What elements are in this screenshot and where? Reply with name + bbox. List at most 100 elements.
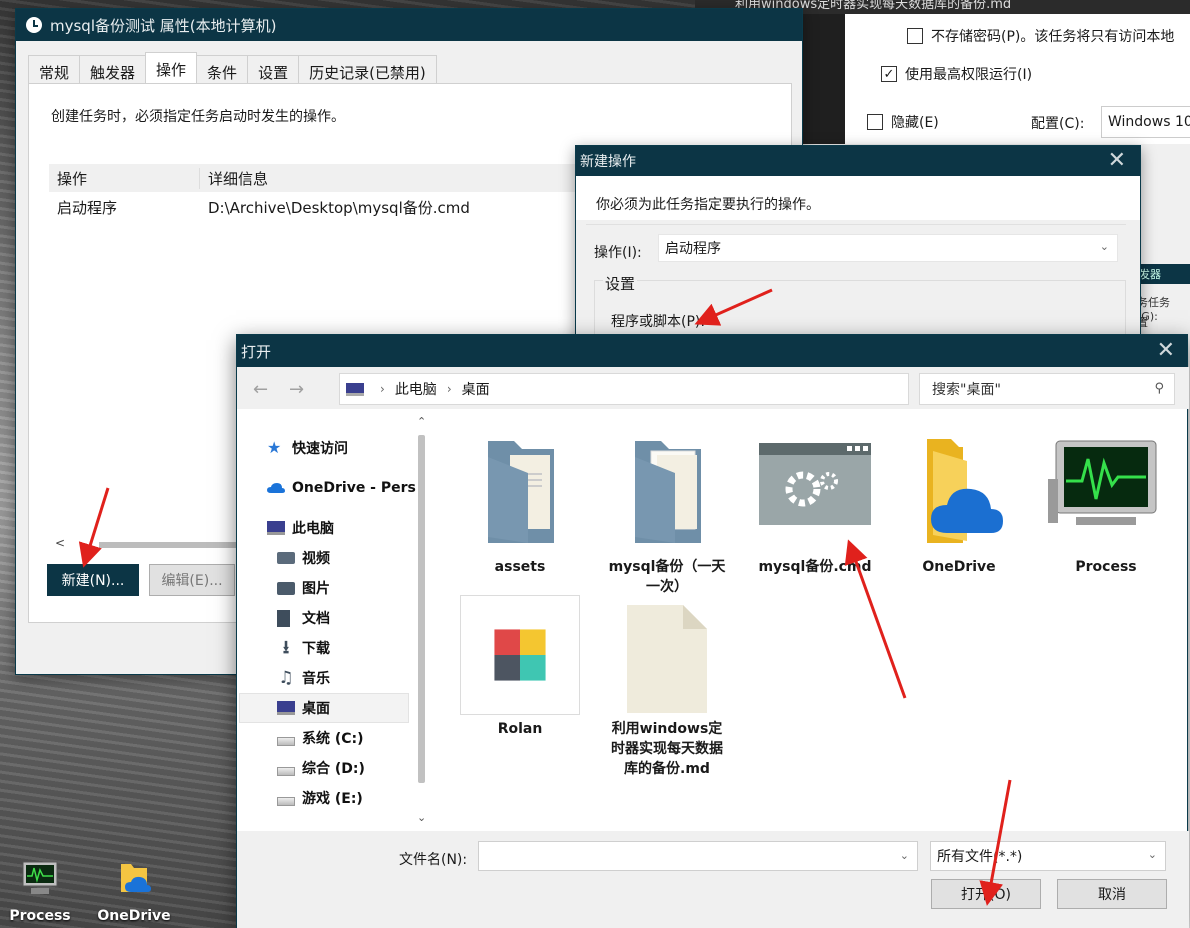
search-placeholder: 搜索"桌面" <box>932 382 1001 398</box>
side-tab-trigger: 发器 <box>1137 264 1190 284</box>
tree-item-label: 综合 (D:) <box>302 761 365 777</box>
file-label: Process <box>1075 559 1137 575</box>
no-store-password-label: 不存储密码(P)。该任务将只有访问本地 <box>931 29 1175 45</box>
chevron-down-icon[interactable]: ⌄ <box>900 849 909 862</box>
hidden-option[interactable]: 隐藏(E) <box>867 112 939 132</box>
file-label: 利用windows定时器实现每天数据库的备份.md <box>611 721 723 777</box>
rolan-app-icon <box>460 595 580 715</box>
action-type-label: 操作(I): <box>594 245 642 261</box>
action-type-select[interactable]: 启动程序 ⌄ <box>658 234 1118 262</box>
file-item-readme-md[interactable]: 利用windows定时器实现每天数据库的备份.md <box>602 595 732 779</box>
file-item-process[interactable]: Process <box>1041 433 1171 577</box>
tree-scrollbar[interactable]: ⌃ ⌄ <box>417 415 426 827</box>
properties-title: mysql备份测试 属性(本地计算机) <box>50 16 277 35</box>
desktop-icon-label: OneDrive <box>97 908 171 924</box>
scrollbar-thumb[interactable] <box>418 435 425 783</box>
cmd-file-icon <box>759 443 871 525</box>
search-box[interactable]: 搜索"桌面" ⚲ <box>919 373 1175 405</box>
search-icon[interactable]: ⚲ <box>1154 381 1164 396</box>
breadcrumb-desktop[interactable]: 桌面 <box>462 379 490 399</box>
computer-icon <box>267 521 285 535</box>
tree-item-quick-access[interactable]: ★ 快速访问 <box>267 433 439 463</box>
drive-icon <box>277 736 295 746</box>
filename-input[interactable]: ⌄ <box>478 841 918 871</box>
new-action-button[interactable]: 新建(N)... <box>47 564 139 596</box>
music-icon: ♫ <box>278 668 294 688</box>
highest-privilege-option[interactable]: ✓ 使用最高权限运行(I) <box>881 64 1032 84</box>
file-item-rolan[interactable]: Rolan <box>455 595 585 739</box>
config-value: Windows 10 <box>1108 114 1190 130</box>
back-arrow-icon[interactable]: ← <box>253 379 268 400</box>
filetype-select[interactable]: 所有文件(*.*) ⌄ <box>930 841 1166 871</box>
config-select[interactable]: Windows 10 <box>1101 106 1190 138</box>
file-label: mysql备份（一天一次） <box>608 559 726 595</box>
cancel-button[interactable]: 取消 <box>1057 879 1167 909</box>
chevron-right-icon: › <box>446 382 452 396</box>
clock-icon <box>26 17 42 33</box>
tree-item-label: 系统 (C:) <box>302 731 364 747</box>
no-store-password-checkbox[interactable] <box>907 28 923 44</box>
no-store-password-option[interactable]: 不存储密码(P)。该任务将只有访问本地 <box>907 26 1174 46</box>
file-item-onedrive[interactable]: OneDrive <box>894 433 1024 577</box>
address-bar[interactable]: › 此电脑 › 桌面 <box>339 373 909 405</box>
tree-item-label: 此电脑 <box>292 521 334 537</box>
divider <box>586 224 1126 225</box>
close-icon[interactable]: ✕ <box>1157 338 1175 363</box>
chevron-right-icon: › <box>380 382 385 396</box>
config-label: 配置(C): <box>1031 116 1085 132</box>
blank-file-icon <box>627 605 707 713</box>
onedrive-folder-icon <box>927 439 1003 543</box>
tree-item-onedrive[interactable]: OneDrive - Pers <box>267 473 439 503</box>
onedrive-folder-icon <box>121 864 151 892</box>
process-monitor-icon <box>22 861 58 894</box>
close-icon[interactable]: ✕ <box>1108 148 1126 173</box>
open-button[interactable]: 打开(O) <box>931 879 1041 909</box>
process-monitor-icon <box>1048 440 1157 525</box>
tab-actions[interactable]: 操作 <box>145 52 198 87</box>
new-action-instruction: 你必须为此任务指定要执行的操作。 <box>596 197 820 213</box>
star-icon: ★ <box>267 438 282 457</box>
tree-item-label: 文档 <box>302 611 330 627</box>
open-dialog-footer: 文件名(N): ⌄ 所有文件(*.*) ⌄ 打开(O) 取消 <box>237 831 1189 928</box>
folder-icon <box>635 441 701 543</box>
column-header-detail[interactable]: 详细信息 <box>199 167 268 189</box>
file-label: assets <box>494 559 546 575</box>
open-dialog-titlebar: 打开 ✕ <box>237 335 1187 367</box>
file-item-mysql-backup-folder[interactable]: mysql备份（一天一次） <box>602 433 732 597</box>
tree-item-this-pc[interactable]: 此电脑 <box>267 513 439 543</box>
file-item-mysql-backup-cmd[interactable]: mysql备份.cmd <box>750 433 880 577</box>
desktop-icon <box>277 701 295 715</box>
chevron-down-icon: ⌄ <box>1099 240 1109 253</box>
chevron-up-icon[interactable]: ⌃ <box>417 415 426 428</box>
open-dialog-title: 打开 <box>241 342 272 361</box>
forward-arrow-icon[interactable]: → <box>289 379 304 400</box>
breadcrumb-this-pc[interactable]: 此电脑 <box>395 379 437 399</box>
desktop-icon-onedrive[interactable]: OneDrive <box>89 858 179 924</box>
cloud-icon <box>267 483 285 493</box>
tree-item-desktop[interactable]: 桌面 <box>239 693 409 723</box>
edit-action-button[interactable]: 编辑(E)... <box>149 564 235 596</box>
hidden-label: 隐藏(E) <box>891 115 939 131</box>
tree-item-label: 视频 <box>302 551 330 567</box>
file-item-assets[interactable]: assets <box>455 433 585 577</box>
hscroll-left-arrow[interactable]: < <box>55 536 65 550</box>
highest-privilege-label: 使用最高权限运行(I) <box>905 67 1033 83</box>
highest-privilege-checkbox[interactable]: ✓ <box>881 66 897 82</box>
actions-description: 创建任务时，必须指定任务启动时发生的操作。 <box>51 109 345 125</box>
row-action: 启动程序 <box>57 198 118 217</box>
desktop-icon-process[interactable]: Process <box>0 858 85 924</box>
navigation-tree: ★ 快速访问 OneDrive - Pers 此电脑 视频 图片 文档 ⭳ 下载 <box>237 413 427 831</box>
tree-item-label: 游戏 (E:) <box>302 791 363 807</box>
video-icon <box>277 552 295 564</box>
new-action-title: 新建操作 <box>580 154 636 170</box>
row-detail: D:\Archive\Desktop\mysql备份.cmd <box>208 198 470 217</box>
download-icon: ⭳ <box>282 637 290 658</box>
desktop-icon-label: Process <box>9 908 71 924</box>
chevron-down-icon[interactable]: ⌄ <box>417 811 426 824</box>
picture-icon <box>277 581 295 595</box>
column-header-action[interactable]: 操作 <box>49 168 199 189</box>
tree-item-label: 图片 <box>302 581 330 597</box>
properties-titlebar: mysql备份测试 属性(本地计算机) <box>16 9 802 41</box>
file-label: OneDrive <box>922 559 996 575</box>
hidden-checkbox[interactable] <box>867 114 883 130</box>
